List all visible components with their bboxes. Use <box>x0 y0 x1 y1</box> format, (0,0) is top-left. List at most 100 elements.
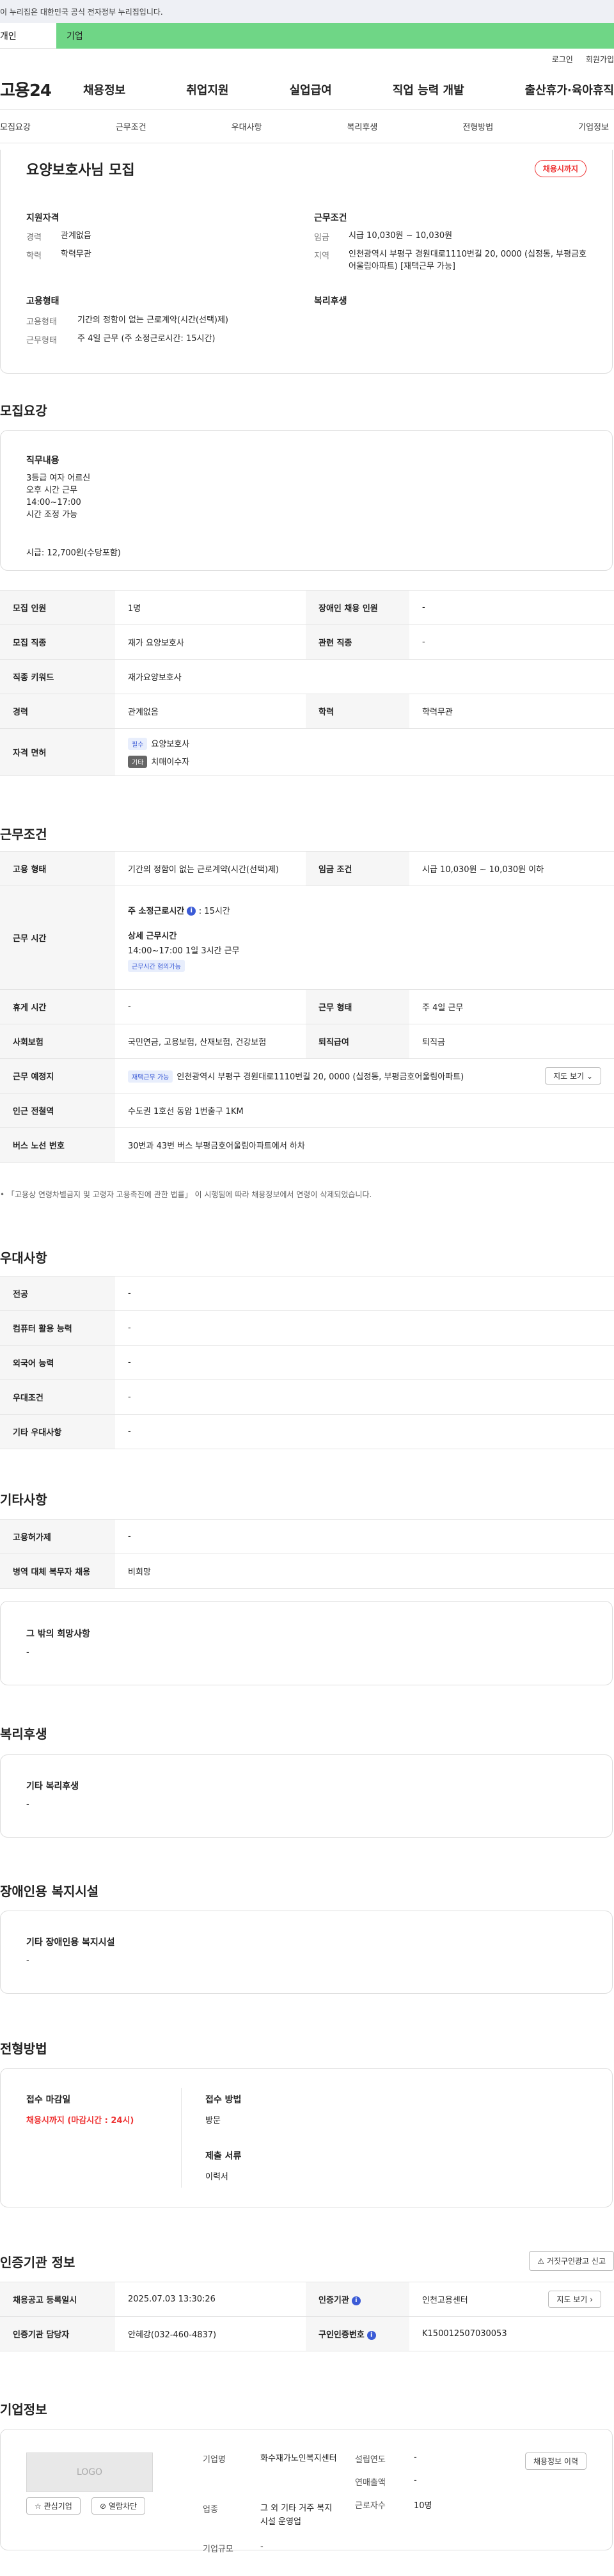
welfare-box: 기타 복리후생 - <box>0 1754 613 1838</box>
duty-title: 직무내용 <box>26 456 59 466</box>
table-row: 근무 시간 주 소정근로시간 i : 15시간 상세 근무시간 14:00~17:… <box>0 886 614 990</box>
table-row: 모집 인원 1명 장애인 채용 인원 - <box>0 590 614 625</box>
table-row: 인근 전철역 수도권 1호선 동암 1번출구 1KM <box>0 1093 614 1128</box>
chevron-right-icon: › <box>590 2295 593 2304</box>
remote-chip: 재택근무 가능 <box>128 1070 173 1083</box>
cert-table: 채용공고 등록일시 2025.07.03 13:30:26 인증기관 i 인천고용… <box>0 2282 614 2351</box>
license-tag: 필수 <box>128 737 148 750</box>
age-notice: • 「고용상 연령차별금지 및 고령자 고용촉진에 관한 법률」 이 시행됨에 … <box>0 1190 372 1199</box>
section-nav-workcond[interactable]: 근무조건 <box>116 120 146 132</box>
gnb-menu: 채용정보 취업지원 실업급여 직업 능력 개발 출산휴가·육아휴직 <box>77 81 614 98</box>
duty-pay: 시급: 12,700원(수당포함) <box>26 548 121 558</box>
emp-row: 고용형태 기간의 정함이 없는 근로계약(시간(선택)제) <box>26 315 229 327</box>
section-nav-selection[interactable]: 전형방법 <box>462 120 493 132</box>
section-nav-prefer[interactable]: 우대사항 <box>232 120 262 132</box>
gnb-item-unemployment-benefit[interactable]: 실업급여 <box>290 81 332 98</box>
tab-individual[interactable]: 개인 <box>0 23 56 49</box>
work-time-detail: 주 소정근로시간 i : 15시간 상세 근무시간 14:00~17:00 1일 … <box>115 886 614 990</box>
gnb-item-skills[interactable]: 직업 능력 개발 <box>393 81 464 98</box>
gov-notice-bar: 이 누리집은 대한민국 공식 전자정부 누리집입니다. <box>0 0 614 23</box>
gnb-item-parental-leave[interactable]: 출산휴가·육아휴직 <box>525 81 614 98</box>
selection-box: 접수 마감일 채용시까지 (마감시간 : 24시) 접수 방법 방문 제출 서류… <box>0 2068 613 2207</box>
login-link[interactable]: 로그인 <box>552 54 573 65</box>
duty-box: 직무내용 3등급 여자 어르신 오후 시간 근무 14:00~17:00 시간 … <box>0 430 613 571</box>
deadline-badge: 채용시까지 <box>534 160 586 177</box>
star-icon: ☆ <box>35 2502 42 2511</box>
disabled-facility-heading: 장애인용 복지시설 <box>0 1884 99 1899</box>
time-negotiable-chip: 근무시간 협의가능 <box>128 959 185 972</box>
siren-icon: ⚠ <box>537 2257 545 2266</box>
gnb-item-jobs[interactable]: 채용정보 <box>83 81 125 98</box>
page: 이 누리집은 대한민국 공식 전자정부 누리집입니다. 개인 기업 로그인 회원… <box>0 0 614 2576</box>
table-row: 휴게 시간 - 근무 형태 주 4일 근무 <box>0 989 614 1024</box>
welfare-block: 복리후생 <box>314 294 347 307</box>
condition-title: 근무조건 <box>314 213 347 223</box>
table-row: 컴퓨터 활용 능력 - <box>0 1310 614 1346</box>
user-type-tabs: 개인 기업 <box>0 23 614 49</box>
workcond-table: 고용 형태 기간의 정함이 없는 근로계약(시간(선택)제) 임금 조건 시급 … <box>0 851 614 1163</box>
utility-bar: 로그인 회원가입 <box>0 49 614 69</box>
recruit-heading: 모집요강 <box>0 403 47 418</box>
table-row: 직종 키워드 재가요양보호사 <box>0 659 614 694</box>
agency-map-button[interactable]: 지도 보기 › <box>548 2291 601 2308</box>
cond-row: 임금 시급 10,030원 ~ 10,030원 <box>314 231 453 242</box>
license-tag: 기타 <box>128 755 148 768</box>
table-row: 모집 직종 재가 요양보호사 관련 직종 - <box>0 624 614 660</box>
report-false-ad-button[interactable]: ⚠ 거짓구인광고 신고 <box>529 2251 614 2271</box>
duty-text: 3등급 여자 어르신 오후 시간 근무 14:00~17:00 시간 조정 가능 <box>26 473 91 520</box>
disabled-facility-box: 기타 장애인용 복지시설 - <box>0 1911 613 1994</box>
info-icon[interactable]: i <box>366 2330 376 2340</box>
section-nav: 모집요강 근무조건 우대사항 복리후생 전형방법 기업정보 <box>0 110 614 143</box>
company-box: LOGO ☆ 관심기업 ⊘ 열람차단 기업명 화수재가노인복지센터 업종 그 외… <box>0 2429 613 2554</box>
company-heading: 기업정보 <box>0 2402 47 2417</box>
chevron-down-icon: ⌄ <box>586 1072 593 1081</box>
table-row: 채용공고 등록일시 2025.07.03 13:30:26 인증기관 i 인천고용… <box>0 2282 614 2317</box>
table-row: 경력 관계없음 학력 학력무관 <box>0 694 614 729</box>
job-history-button[interactable]: 채용정보 이력 <box>524 2453 586 2470</box>
table-row: 인증기관 담당자 안혜강(032-460-4837) 구인인증번호 i K1500… <box>0 2316 614 2351</box>
condition-block: 근무조건 임금 시급 10,030원 ~ 10,030원 지역 인천광역시 부평구 … <box>314 211 589 273</box>
etc-heading: 기타사항 <box>0 1492 47 1507</box>
interest-company-button[interactable]: ☆ 관심기업 <box>26 2497 81 2515</box>
workcond-heading: 근무조건 <box>0 827 47 842</box>
section-nav-recruit[interactable]: 모집요강 <box>0 120 31 132</box>
etc-table: 고용허가제 - 병역 대체 복무자 채용 비희망 <box>0 1519 614 1589</box>
info-icon[interactable]: i <box>187 907 196 916</box>
table-row: 우대조건 - <box>0 1379 614 1415</box>
site-logo[interactable]: 고용24 <box>0 77 77 101</box>
table-row: 사회보험 국민연금, 고용보험, 산재보험, 건강보험 퇴직급여 퇴직금 <box>0 1024 614 1059</box>
divider <box>181 2088 182 2188</box>
emp-row: 근무형태 주 4일 근무 (주 소정근로시간: 15시간) <box>26 334 216 346</box>
work-location: 인천광역시 부평구 경원대로1110번길 20, 0000 (십정동, 부평금호… <box>177 1072 464 1082</box>
cond-row: 지역 인천광역시 부평구 경원대로1110번길 20, 0000 (십정동, 부평… <box>314 250 587 271</box>
job-title: 요양보호사님 모집 <box>26 163 135 179</box>
employment-title: 고용형태 <box>26 296 59 306</box>
map-view-button[interactable]: 지도 보기 ⌄ <box>545 1067 601 1085</box>
global-nav: 고용24 채용정보 취업지원 실업급여 직업 능력 개발 출산휴가·육아휴직 <box>0 69 614 110</box>
deadline-text: 채용시까지 (마감시간 : 24시) <box>26 2116 134 2126</box>
prefer-heading: 우대사항 <box>0 1250 47 1266</box>
table-row: 버스 노선 번호 30번과 43번 버스 부평금호어울림아파트에서 하차 <box>0 1127 614 1163</box>
qual-row: 학력 학력무관 <box>26 250 91 261</box>
block-view-button[interactable]: ⊘ 열람차단 <box>91 2497 146 2515</box>
table-row: 근무 예정지 재택근무 가능 인천광역시 부평구 경원대로1110번길 20, 0… <box>0 1058 614 1093</box>
table-row: 고용허가제 - <box>0 1519 614 1554</box>
company-logo-placeholder: LOGO <box>26 2453 153 2492</box>
signup-link[interactable]: 회원가입 <box>586 54 614 65</box>
welfare-title: 복리후생 <box>314 296 347 306</box>
summary-card: 요양보호사님 모집 채용시까지 지원자격 경력 관계없음 학력 학력무관 근무조건 … <box>0 150 613 374</box>
qualification-block: 지원자격 경력 관계없음 학력 학력무관 <box>26 211 282 261</box>
gnb-item-employment-support[interactable]: 취업지원 <box>186 81 228 98</box>
table-row: 전공 - <box>0 1276 614 1311</box>
qual-row: 경력 관계없음 <box>26 231 91 242</box>
selection-heading: 전형방법 <box>0 2041 47 2056</box>
section-nav-company[interactable]: 기업정보 <box>578 120 609 132</box>
block-icon: ⊘ <box>100 2502 107 2511</box>
other-wishes-box: 그 밖의 희망사항 - <box>0 1601 613 1685</box>
qualification-title: 지원자격 <box>26 213 59 223</box>
table-row: 고용 형태 기간의 정함이 없는 근로계약(시간(선택)제) 임금 조건 시급 … <box>0 851 614 886</box>
section-nav-welfare[interactable]: 복리후생 <box>347 120 377 132</box>
tab-corporate[interactable]: 기업 <box>56 23 614 49</box>
info-icon[interactable]: i <box>351 2296 361 2305</box>
prefer-table: 전공 - 컴퓨터 활용 능력 - 외국어 능력 - 우대조건 - 기타 우대사항 - <box>0 1276 614 1449</box>
